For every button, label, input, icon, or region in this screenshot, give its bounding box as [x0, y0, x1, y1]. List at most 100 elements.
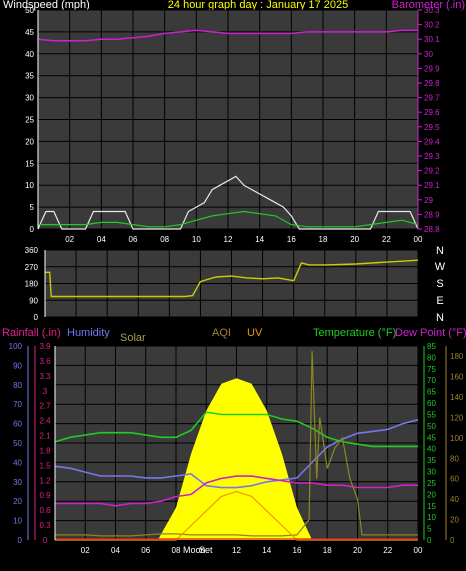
wind-x-tick-label: 08	[160, 235, 169, 244]
temperature-tick-label: 45	[427, 433, 436, 442]
windspeed-tick-label: 50	[25, 6, 34, 15]
windspeed-tick-label: 30	[25, 94, 34, 103]
wind-x-tick-label: 18	[319, 235, 328, 244]
aqi-tick-label: 20	[450, 516, 459, 525]
rainfall-tick-label: 1.5	[39, 461, 51, 470]
humidity-tick-label: 20	[13, 497, 22, 506]
legend-uv: UV	[247, 327, 263, 339]
windspeed-tick-label: 20	[25, 137, 34, 146]
direction-tick-label: 270	[25, 263, 39, 272]
temperature-tick-label: 35	[427, 456, 436, 465]
windspeed-tick-label: 10	[25, 181, 34, 190]
climate-x-tick-label: 18	[323, 546, 332, 555]
rainfall-tick-label: 2.1	[39, 432, 51, 441]
rainfall-tick-label: 0.9	[39, 491, 51, 500]
climate-x-tick-label: 12	[232, 546, 241, 555]
direction-tick-label: 360	[25, 246, 39, 255]
barometer-tick-label: 30	[424, 50, 433, 59]
temperature-tick-label: 60	[427, 399, 436, 408]
windspeed-tick-label: 45	[25, 28, 34, 37]
rainfall-tick-label: 0	[43, 536, 48, 545]
windspeed-tick-label: 40	[25, 50, 34, 59]
compass-label: N	[436, 245, 444, 257]
legend-temperature: Temperature (°F)	[313, 327, 396, 339]
barometer-tick-label: 28.9	[424, 210, 440, 219]
temperature-tick-label: 55	[427, 410, 436, 419]
barometer-tick-label: 29.6	[424, 108, 440, 117]
climate-x-tick-label: 06	[141, 546, 150, 555]
chart-title: 24 hour graph day : January 17 2025	[168, 0, 348, 11]
climate-x-tick-label: 14	[262, 546, 271, 555]
humidity-tick-label: 50	[13, 439, 22, 448]
climate-x-tick-label: 20	[353, 546, 362, 555]
rainfall-tick-label: 1.8	[39, 446, 51, 455]
temperature-tick-label: 10	[427, 513, 436, 522]
wind-x-tick-label: 02	[65, 235, 74, 244]
barometer-tick-label: 29.5	[424, 123, 440, 132]
rainfall-tick-label: 0.3	[39, 521, 51, 530]
humidity-tick-label: 10	[13, 517, 22, 526]
rainfall-tick-label: 2.7	[39, 402, 51, 411]
humidity-tick-label: 90	[13, 361, 22, 370]
humidity-tick-label: 30	[13, 478, 22, 487]
temperature-tick-label: 5	[427, 525, 432, 534]
temperature-tick-label: 80	[427, 353, 436, 362]
temperature-tick-label: 25	[427, 479, 436, 488]
wind-x-tick-label: 20	[350, 235, 359, 244]
legend-humidity: Humidity	[67, 327, 110, 339]
windspeed-tick-label: 0	[30, 225, 35, 234]
wind-x-tick-label: 06	[129, 235, 138, 244]
compass-label: N	[436, 312, 444, 324]
humidity-tick-label: 40	[13, 458, 22, 467]
temperature-tick-label: 75	[427, 365, 436, 374]
wind-x-tick-label: 22	[382, 235, 391, 244]
aqi-tick-label: 80	[450, 454, 459, 463]
set-label: Set	[199, 545, 213, 555]
rainfall-tick-label: 0.6	[39, 506, 51, 515]
rainfall-tick-label: 1.2	[39, 476, 51, 485]
direction-tick-label: 90	[29, 296, 38, 305]
aqi-tick-label: 100	[450, 434, 464, 443]
barometer-tick-label: 30.2	[424, 21, 440, 30]
aqi-tick-label: 120	[450, 413, 464, 422]
temperature-tick-label: 15	[427, 502, 436, 511]
windspeed-tick-label: 35	[25, 72, 34, 81]
compass-label: S	[436, 278, 443, 290]
temperature-tick-label: 0	[427, 536, 432, 545]
temperature-tick-label: 85	[427, 342, 436, 351]
barometer-tick-label: 29.1	[424, 181, 440, 190]
aqi-tick-label: 140	[450, 393, 464, 402]
weather-graph-page: Windspeed (mph) 24 hour graph day : Janu…	[0, 0, 466, 566]
windspeed-tick-label: 15	[25, 159, 34, 168]
temperature-tick-label: 30	[427, 468, 436, 477]
weather-charts: Windspeed (mph) 24 hour graph day : Janu…	[0, 0, 466, 566]
climate-x-tick-label: 08	[172, 546, 181, 555]
legend-aqi: AQI	[212, 327, 231, 339]
barometer-tick-label: 29.4	[424, 137, 440, 146]
wind-x-tick-label: 14	[255, 235, 264, 244]
humidity-tick-label: 100	[9, 342, 23, 351]
barometer-tick-label: 30.3	[424, 6, 440, 15]
barometer-tick-label: 29.9	[424, 64, 440, 73]
wind-x-tick-label: 16	[287, 235, 296, 244]
climate-x-tick-label: 00	[414, 546, 423, 555]
rainfall-tick-label: 3.3	[39, 372, 51, 381]
wind-x-tick-label: 00	[414, 235, 423, 244]
climate-x-tick-label: 22	[383, 546, 392, 555]
direction-tick-label: 180	[25, 280, 39, 289]
barometer-tick-label: 29.8	[424, 79, 440, 88]
climate-x-tick-label: 02	[81, 546, 90, 555]
barometer-tick-label: 28.8	[424, 225, 440, 234]
aqi-tick-label: 180	[450, 352, 464, 361]
wind-x-tick-label: 04	[97, 235, 106, 244]
climate-x-tick-label: 04	[111, 546, 120, 555]
humidity-tick-label: 70	[13, 400, 22, 409]
aqi-tick-label: 60	[450, 475, 459, 484]
aqi-tick-label: 40	[450, 495, 459, 504]
barometer-tick-label: 30.1	[424, 35, 440, 44]
compass-label: E	[436, 295, 443, 307]
direction-tick-label: 0	[34, 313, 39, 322]
temperature-tick-label: 65	[427, 388, 436, 397]
temperature-tick-label: 50	[427, 422, 436, 431]
humidity-tick-label: 0	[18, 536, 23, 545]
